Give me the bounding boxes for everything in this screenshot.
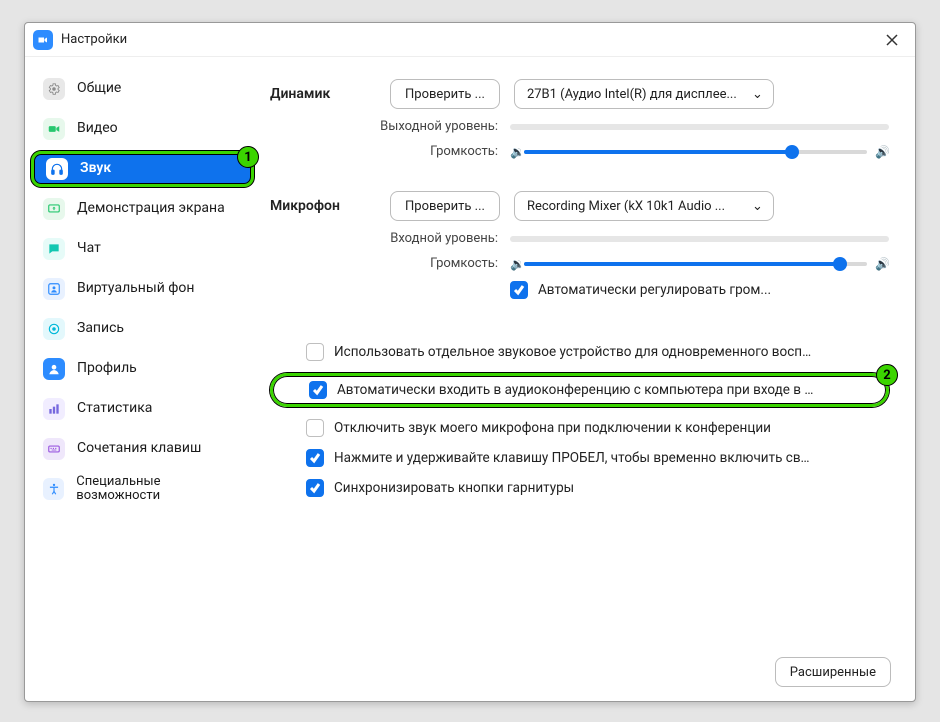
mic-volume-label: Громкость: [270,256,510,271]
app-icon [33,30,53,50]
stats-icon [43,398,65,420]
test-speaker-button[interactable]: Проверить ... [390,79,500,109]
speaker-volume-slider[interactable] [524,150,867,154]
chat-icon [43,238,65,260]
chevron-down-icon: ⌄ [752,87,763,102]
test-mic-button[interactable]: Проверить ... [390,191,500,221]
sidebar-item-general[interactable]: Общие [31,71,254,107]
titlebar: Настройки [25,23,915,57]
sidebar-item-share-screen[interactable]: Демонстрация экрана [31,191,254,227]
content-panel: Динамик Проверить ... 27B1 (Аудио Intel(… [260,57,915,701]
sidebar-item-audio[interactable]: Звук 1 [31,151,254,187]
highlight-badge: 2 [876,364,898,386]
sidebar-item-label: Запись [77,321,124,336]
sidebar-item-label: Чат [77,241,101,256]
separate-device-label: Использовать отдельное звуковое устройст… [334,344,814,360]
sidebar-item-label: Специальные возможности [76,475,242,504]
volume-low-icon: 🔉 [510,145,524,159]
keyboard-icon [43,438,65,460]
sidebar-item-shortcuts[interactable]: Сочетания клавиш [31,431,254,467]
sidebar-item-statistics[interactable]: Статистика [31,391,254,427]
speaker-device-value: 27B1 (Аудио Intel(R) для дисплее... [527,87,737,102]
mic-device-value: Recording Mixer (kX 10k1 Audio ... [527,199,725,214]
sidebar-item-label: Демонстрация экрана [77,201,225,216]
window-title: Настройки [61,32,127,47]
separate-device-checkbox[interactable] [306,343,324,361]
mute-mic-on-join-checkbox[interactable] [306,419,324,437]
mic-device-select[interactable]: Recording Mixer (kX 10k1 Audio ... ⌄ [514,191,774,221]
close-button[interactable] [877,25,907,55]
record-icon [43,318,65,340]
sync-headset-label: Синхронизировать кнопки гарнитуры [334,480,574,496]
auto-adjust-volume-checkbox[interactable] [510,281,528,299]
auto-join-audio-checkbox[interactable] [309,381,327,399]
screen-share-icon [43,198,65,220]
mic-input-meter [510,236,889,242]
mute-mic-on-join-label: Отключить звук моего микрофона при подкл… [334,420,771,436]
input-level-label: Входной уровень: [270,231,510,246]
sidebar-item-label: Виртуальный фон [77,281,194,296]
mic-section-label: Микрофон [270,198,390,214]
gear-icon [43,78,65,100]
sidebar-item-label: Статистика [77,401,152,416]
sidebar-item-profile[interactable]: Профиль [31,351,254,387]
speaker-device-select[interactable]: 27B1 (Аудио Intel(R) для дисплее... ⌄ [514,79,774,109]
auto-join-audio-row: Автоматически входить в аудиоконференцию… [270,373,889,407]
sidebar-item-accessibility[interactable]: Специальные возможности [31,471,254,507]
sidebar-item-label: Общие [77,81,121,96]
sidebar-item-label: Звук [80,161,111,176]
close-icon [886,34,898,46]
auto-join-audio-label: Автоматически входить в аудиоконференцию… [337,382,817,398]
sidebar-item-label: Сочетания клавиш [77,441,201,456]
chevron-down-icon: ⌄ [752,199,763,214]
virtual-bg-icon [43,278,65,300]
sidebar-item-recording[interactable]: Запись [31,311,254,347]
sidebar-item-virtual-bg[interactable]: Виртуальный фон [31,271,254,307]
push-to-talk-label: Нажмите и удерживайте клавишу ПРОБЕЛ, чт… [334,450,814,466]
settings-window: Настройки Общие Видео Звук 1 Демонстраци… [24,22,916,702]
volume-low-icon: 🔉 [510,257,524,271]
highlight-badge: 1 [237,146,259,168]
sidebar-item-label: Видео [77,121,118,136]
speaker-volume-label: Громкость: [270,144,510,159]
auto-adjust-volume-label: Автоматически регулировать гром... [538,282,771,298]
sidebar-item-chat[interactable]: Чат [31,231,254,267]
headphones-icon [46,158,68,180]
speaker-output-meter [510,124,889,130]
push-to-talk-checkbox[interactable] [306,449,324,467]
sidebar-item-label: Профиль [77,361,137,376]
profile-icon [43,358,65,380]
speaker-section-label: Динамик [270,86,390,102]
volume-high-icon: 🔊 [875,145,889,159]
output-level-label: Выходной уровень: [270,119,510,134]
sidebar-item-video[interactable]: Видео [31,111,254,147]
accessibility-icon [43,478,64,500]
sync-headset-checkbox[interactable] [306,479,324,497]
mic-volume-slider[interactable] [524,262,867,266]
volume-high-icon: 🔊 [875,257,889,271]
advanced-button[interactable]: Расширенные [775,657,891,687]
sidebar: Общие Видео Звук 1 Демонстрация экрана Ч… [25,57,260,701]
camera-icon [43,118,65,140]
